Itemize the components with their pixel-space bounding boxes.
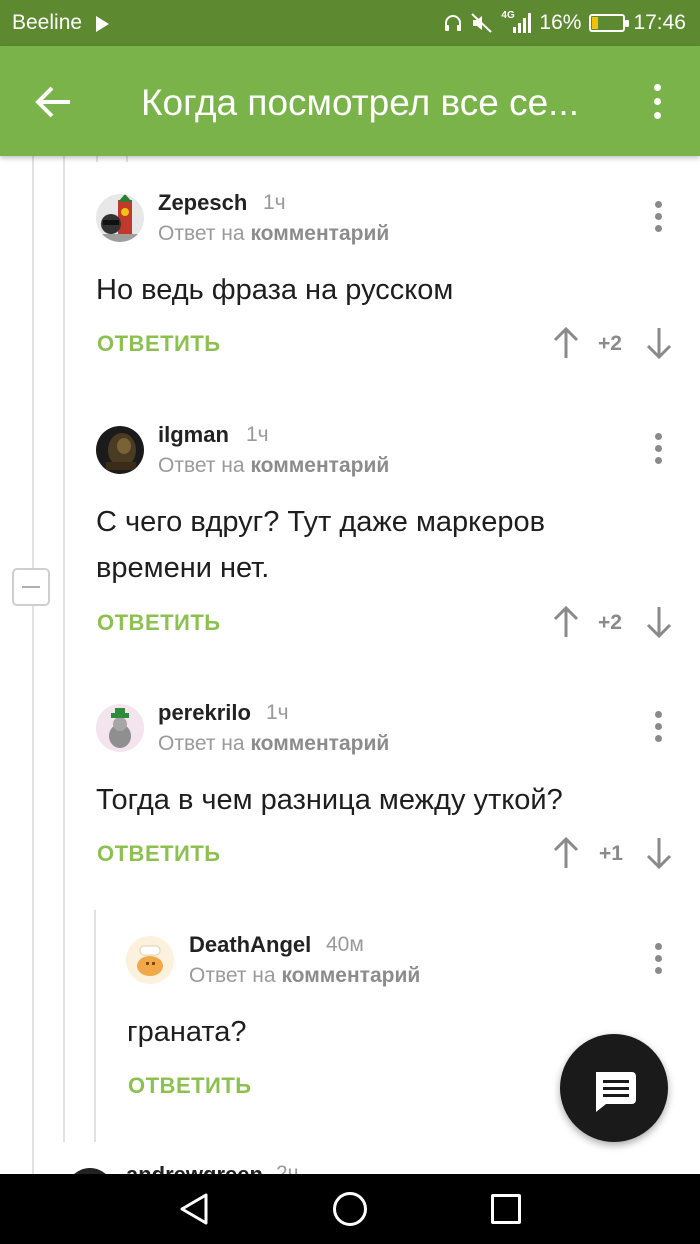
comment-time: 1ч	[263, 191, 286, 214]
arrow-down-icon[interactable]	[645, 326, 673, 360]
comment-menu-button[interactable]	[649, 943, 669, 977]
nav-recent-icon[interactable]	[491, 1194, 521, 1224]
carrier-name: Beeline	[12, 11, 83, 34]
comment-text-line: С чего вдруг? Тут даже маркеров	[96, 506, 545, 538]
arrow-up-icon[interactable]	[552, 326, 580, 360]
vote-score: +2	[598, 332, 622, 355]
status-icons: 4G 16% 17:46	[443, 10, 686, 36]
comment-text: Но ведь фраза на русском	[96, 274, 454, 306]
parent-comment-link[interactable]: комментарий	[250, 454, 389, 477]
comments-list: Zepesch 1ч Ответ на комментарий Но ведь …	[0, 156, 700, 1174]
reply-prefix: Ответ на	[189, 964, 276, 987]
thread-line	[94, 910, 96, 1142]
app-bar: Когда посмотрел все се...	[0, 46, 700, 156]
arrow-up-icon[interactable]	[552, 605, 580, 639]
comment-author[interactable]: ilgman	[158, 422, 229, 448]
comment-text-line: времени нет.	[96, 552, 270, 584]
thread-line	[126, 156, 128, 162]
mute-icon	[471, 13, 493, 33]
comment-author[interactable]: andrewgreen	[126, 1162, 263, 1174]
reply-to-text: Ответ на комментарий	[158, 732, 389, 756]
battery-percent: 16%	[539, 11, 582, 34]
thread-line	[32, 156, 34, 1174]
reply-button[interactable]: ОТВЕТИТЬ	[97, 331, 221, 357]
arrow-down-icon[interactable]	[645, 605, 673, 639]
parent-comment-link[interactable]: комментарий	[281, 964, 420, 987]
avatar[interactable]	[126, 936, 174, 984]
arrow-down-icon[interactable]	[645, 836, 673, 870]
write-comment-button[interactable]	[560, 1034, 668, 1142]
reply-to-text: Ответ на комментарий	[158, 454, 389, 478]
system-nav-bar	[0, 1174, 700, 1244]
clock: 17:46	[633, 11, 686, 34]
thread-line	[63, 156, 65, 1142]
vote-score: +1	[599, 842, 623, 865]
comment-text: С чего вдруг? Тут даже маркеров времени …	[96, 499, 545, 591]
avatar[interactable]	[96, 194, 144, 242]
comment-author[interactable]: DeathAngel	[189, 932, 311, 958]
page-title: Когда посмотрел все се...	[141, 82, 579, 123]
comment-text: граната?	[127, 1016, 247, 1048]
comment-time: 40м	[326, 933, 364, 956]
reply-button[interactable]: ОТВЕТИТЬ	[128, 1073, 252, 1099]
parent-comment-link[interactable]: комментарий	[250, 732, 389, 755]
reply-to-text: Ответ на комментарий	[158, 222, 389, 246]
chat-message-icon	[596, 1072, 636, 1112]
comment-menu-button[interactable]	[649, 201, 669, 235]
battery-icon	[589, 14, 630, 32]
back-button[interactable]	[28, 76, 80, 128]
arrow-up-icon[interactable]	[552, 836, 580, 870]
overflow-menu-button[interactable]	[640, 76, 676, 126]
reply-button[interactable]: ОТВЕТИТЬ	[97, 610, 221, 636]
reply-to-text: Ответ на комментарий	[189, 964, 420, 988]
vote-score: +2	[598, 611, 622, 634]
comment-text: Тогда в чем разница между уткой?	[96, 784, 563, 816]
avatar[interactable]	[96, 426, 144, 474]
comment-author[interactable]: Zepesch	[158, 190, 247, 216]
comment-menu-button[interactable]	[649, 433, 669, 467]
reply-prefix: Ответ на	[158, 732, 245, 755]
avatar[interactable]	[96, 704, 144, 752]
comment-time: 1ч	[266, 701, 289, 724]
status-bar: Beeline 4G 16% 17:46	[0, 0, 700, 46]
comment-time: 1ч	[246, 423, 269, 446]
reply-prefix: Ответ на	[158, 454, 245, 477]
reply-prefix: Ответ на	[158, 222, 245, 245]
comment-author[interactable]: perekrilo	[158, 700, 251, 726]
signal-icon: 4G	[501, 10, 532, 34]
nav-home-icon[interactable]	[333, 1192, 367, 1226]
headphones-icon	[445, 15, 462, 31]
reply-button[interactable]: ОТВЕТИТЬ	[97, 841, 221, 867]
nav-back-icon[interactable]	[178, 1192, 210, 1226]
comment-menu-button[interactable]	[649, 711, 669, 745]
play-icon	[96, 16, 109, 32]
comment-time: 2ч	[276, 1162, 299, 1174]
parent-comment-link[interactable]: комментарий	[250, 222, 389, 245]
arrow-left-icon	[35, 86, 70, 118]
collapse-thread-button[interactable]	[12, 568, 50, 606]
thread-line	[96, 156, 98, 162]
